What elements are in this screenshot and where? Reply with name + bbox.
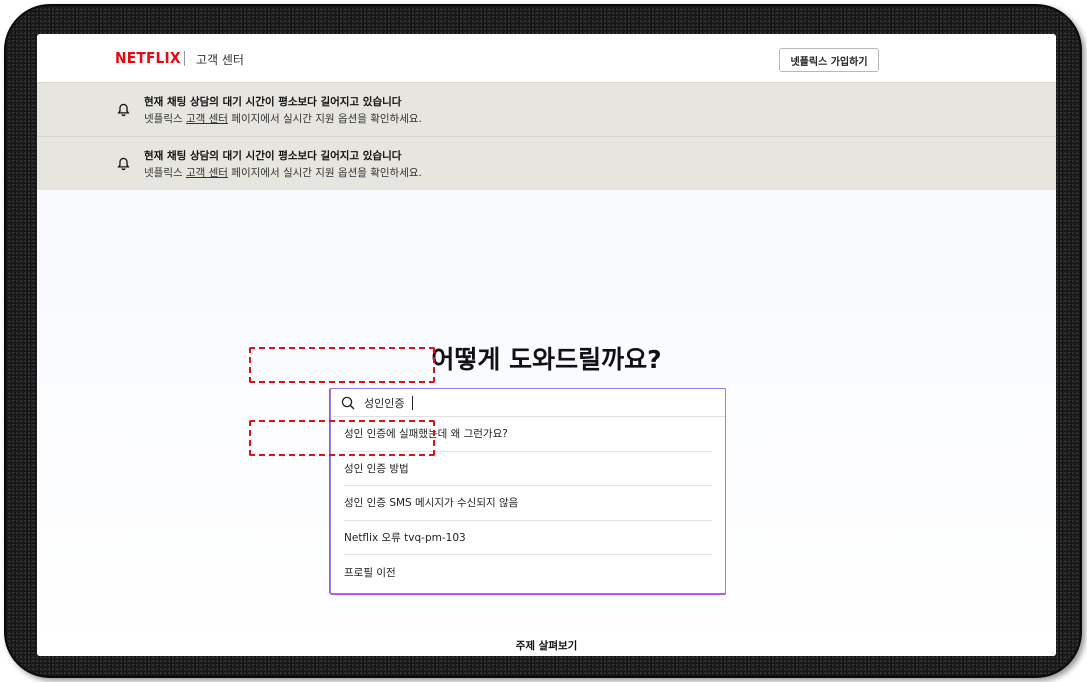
bell-icon <box>117 157 130 171</box>
top-navigation: NETFLIX 고객 센터 넷플릭스 가입하기 <box>37 34 1056 82</box>
help-center-link[interactable]: 고객 센터 <box>186 167 228 179</box>
signup-button[interactable]: 넷플릭스 가입하기 <box>779 48 879 72</box>
notice-title: 현재 채팅 상담의 대기 시간이 평소보다 길어지고 있습니다 <box>144 96 402 108</box>
text-cursor <box>412 396 413 410</box>
annotation-highlight-suggestion <box>249 420 435 456</box>
help-center-title[interactable]: 고객 센터 <box>196 51 244 68</box>
search-row <box>331 389 725 417</box>
page-title: 어떻게 도와드릴까요? <box>431 345 662 374</box>
notice-desc-suffix: 페이지에서 실시간 지원 옵션을 확인하세요. <box>227 113 422 125</box>
notice-desc-prefix: 넷플릭스 <box>144 167 186 179</box>
notice-banner: 현재 채팅 상담의 대기 시간이 평소보다 길어지고 있습니다 넷플릭스 고객 … <box>37 136 1056 190</box>
search-box: 성인 인증에 실패했는데 왜 그런가요? 성인 인증 방법 성인 인증 SMS … <box>330 388 726 594</box>
help-center-link[interactable]: 고객 센터 <box>186 113 228 125</box>
search-icon <box>341 396 355 410</box>
browser-viewport: NETFLIX 고객 센터 넷플릭스 가입하기 현재 채팅 상담의 대기 시간이… <box>37 34 1056 656</box>
tablet-frame: NETFLIX 고객 센터 넷플릭스 가입하기 현재 채팅 상담의 대기 시간이… <box>4 4 1082 678</box>
notice-banner: 현재 채팅 상담의 대기 시간이 평소보다 길어지고 있습니다 넷플릭스 고객 … <box>37 82 1056 136</box>
notice-title: 현재 채팅 상담의 대기 시간이 평소보다 길어지고 있습니다 <box>144 150 402 162</box>
help-main: 어떻게 도와드릴까요? 성인 인증에 실패했는데 왜 그런가요? 성인 인증 방… <box>37 190 1056 656</box>
bell-icon <box>117 103 130 117</box>
suggestion-item[interactable]: Netflix 오류 tvq-pm-103 <box>344 521 712 555</box>
notice-desc-suffix: 페이지에서 실시간 지원 옵션을 확인하세요. <box>227 167 422 179</box>
notice-desc-prefix: 넷플릭스 <box>144 113 186 125</box>
notice-description: 넷플릭스 고객 센터 페이지에서 실시간 지원 옵션을 확인하세요. <box>144 165 422 180</box>
suggestion-item[interactable]: 프로필 이전 <box>344 555 712 590</box>
suggestion-item[interactable]: 성인 인증 SMS 메시지가 수신되지 않음 <box>344 486 712 521</box>
suggestion-item[interactable]: 성인 인증 방법 <box>344 452 712 486</box>
explore-topics-heading: 주제 살펴보기 <box>515 640 578 652</box>
search-input[interactable] <box>364 395 664 411</box>
notice-description: 넷플릭스 고객 센터 페이지에서 실시간 지원 옵션을 확인하세요. <box>144 111 422 126</box>
logo-divider <box>184 51 185 66</box>
netflix-logo[interactable]: NETFLIX <box>115 49 181 67</box>
annotation-highlight-search <box>249 347 435 383</box>
